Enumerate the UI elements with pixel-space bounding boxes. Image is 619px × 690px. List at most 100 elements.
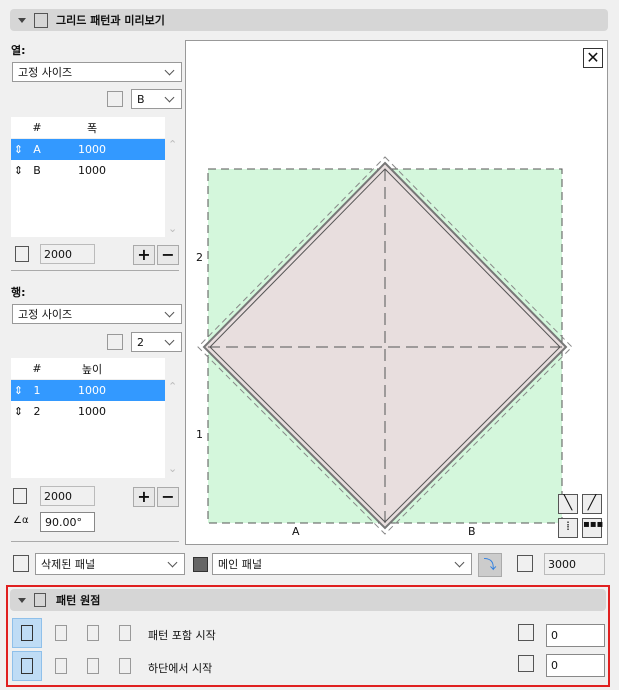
origin-h-option-4[interactable] [110, 618, 140, 648]
columns-label: 열: [11, 44, 26, 57]
column-count-icon [107, 91, 123, 107]
grid-pattern-header[interactable]: 그리드 패턴과 미리보기 [10, 9, 608, 31]
table-row[interactable]: ⇕ 1 1000 [11, 380, 165, 401]
drag-handle-icon[interactable]: ⇕ [11, 164, 26, 177]
apply-panel-button[interactable]: ⤵ [478, 553, 502, 577]
grid-split-button[interactable]: ▪▪▪ [582, 518, 603, 538]
columns-mode-value: 고정 사이즈 [18, 66, 73, 79]
column-count-value: B [137, 92, 145, 106]
row-value[interactable]: 1000 [48, 164, 136, 177]
section-title: 그리드 패턴과 미리보기 [56, 14, 165, 27]
pattern-preview[interactable]: ✕ 2 1 A B ╲ ╱ ⁞ ▪▪▪ [185, 40, 608, 545]
total-height-icon [13, 488, 27, 504]
scroll-up-icon[interactable]: ⌃ [168, 380, 177, 393]
main-panel-select[interactable]: 메인 패널 [212, 553, 472, 575]
chevron-down-icon [164, 307, 175, 317]
table-row[interactable]: ⇕ B 1000 [11, 160, 165, 181]
rows-table[interactable]: # 높이 ⇕ 1 1000 ⇕ 2 1000 [11, 358, 165, 478]
v-origin-label: 하단에서 시작 [148, 662, 213, 675]
row-count-select[interactable]: 2 [131, 332, 182, 352]
row-value[interactable]: 1000 [48, 405, 136, 418]
origin-h-option-1[interactable] [12, 618, 42, 648]
height-field: 3000 [544, 553, 605, 575]
deleted-panel-select[interactable]: 삭제된 패널 [35, 553, 185, 575]
remove-column-button[interactable]: − [157, 245, 179, 265]
origin-bottom-icon [21, 658, 33, 674]
chevron-down-icon [164, 65, 175, 75]
main-panel-value: 메인 패널 [218, 558, 262, 571]
table-row[interactable]: ⇕ 2 1000 [11, 401, 165, 422]
drag-handle-icon[interactable]: ⇕ [11, 384, 26, 397]
rows-mode-select[interactable]: 고정 사이즈 [12, 304, 182, 324]
vertical-split-button[interactable]: ⁞ [558, 518, 578, 538]
chevron-down-icon [167, 557, 178, 567]
scroll-down-icon[interactable]: ⌄ [168, 222, 177, 235]
angle-icon: ∠α [13, 515, 29, 526]
v-offset-field[interactable]: 0 [546, 654, 605, 677]
pattern-origin-header[interactable]: 패턴 원점 [10, 589, 606, 611]
chevron-down-icon [454, 557, 465, 567]
total-height-field: 2000 [40, 486, 95, 506]
height-icon [517, 555, 533, 572]
add-row-button[interactable]: + [133, 487, 155, 507]
chevron-down-icon [164, 92, 175, 102]
col-header-number: # [32, 121, 42, 134]
row-id: B [33, 164, 41, 177]
origin-icon [34, 593, 46, 607]
panel-icon [13, 555, 29, 572]
scroll-up-icon[interactable]: ⌃ [168, 138, 177, 151]
origin-h-option-2[interactable] [46, 618, 76, 648]
origin-v-option-1[interactable] [12, 651, 42, 681]
section-title: 패턴 원점 [56, 594, 101, 607]
col-header-width: 폭 [86, 121, 98, 135]
rows-label: 행: [11, 286, 26, 299]
table-row[interactable]: ⇕ A 1000 [11, 139, 165, 160]
origin-h-option-3[interactable] [78, 618, 108, 648]
row-count-value: 2 [137, 335, 144, 349]
total-width-field: 2000 [40, 244, 95, 264]
row-label: 2 [196, 251, 203, 264]
origin-icon [55, 658, 67, 674]
angle-field[interactable]: 90.00° [40, 512, 95, 532]
origin-v-option-3[interactable] [78, 651, 108, 681]
row-id: A [33, 143, 41, 156]
drag-handle-icon[interactable]: ⇕ [11, 405, 26, 418]
h-offset-icon [518, 624, 534, 641]
deleted-panel-value: 삭제된 패널 [41, 558, 96, 571]
close-icon[interactable]: ✕ [583, 48, 603, 68]
scroll-down-icon[interactable]: ⌄ [168, 462, 177, 475]
col-label: B [468, 525, 476, 538]
origin-icon [87, 625, 99, 641]
row-value[interactable]: 1000 [48, 143, 136, 156]
col-header-height: 높이 [81, 362, 103, 376]
origin-v-option-2[interactable] [46, 651, 76, 681]
columns-table[interactable]: # 폭 ⇕ A 1000 ⇕ B 1000 [11, 117, 165, 237]
origin-icon [87, 658, 99, 674]
columns-mode-select[interactable]: 고정 사이즈 [12, 62, 182, 82]
origin-left-icon [21, 625, 33, 641]
collapse-icon[interactable] [18, 17, 26, 23]
origin-icon [119, 658, 131, 674]
divider [11, 541, 179, 542]
col-label: A [292, 525, 300, 538]
pattern-origin-section: 패턴 원점 패턴 포함 시작 하단에서 시작 0 0 [6, 585, 610, 687]
origin-v-option-4[interactable] [110, 651, 140, 681]
row-id: 1 [33, 384, 41, 397]
drag-handle-icon[interactable]: ⇕ [11, 143, 26, 156]
add-column-button[interactable]: + [133, 245, 155, 265]
remove-row-button[interactable]: − [157, 487, 179, 507]
column-count-select[interactable]: B [131, 89, 182, 109]
col-header-number: # [32, 362, 42, 375]
h-offset-field[interactable]: 0 [546, 624, 605, 647]
diagonal-left-button[interactable]: ╲ [558, 494, 578, 514]
main-panel-icon [193, 557, 208, 572]
chevron-down-icon [164, 335, 175, 345]
row-label: 1 [196, 428, 203, 441]
diagonal-right-button[interactable]: ╱ [582, 494, 602, 514]
row-value[interactable]: 1000 [48, 384, 136, 397]
h-origin-label: 패턴 포함 시작 [148, 629, 216, 642]
collapse-icon[interactable] [18, 597, 26, 603]
row-id: 2 [33, 405, 41, 418]
v-offset-icon [518, 655, 534, 672]
row-count-icon [107, 334, 123, 350]
